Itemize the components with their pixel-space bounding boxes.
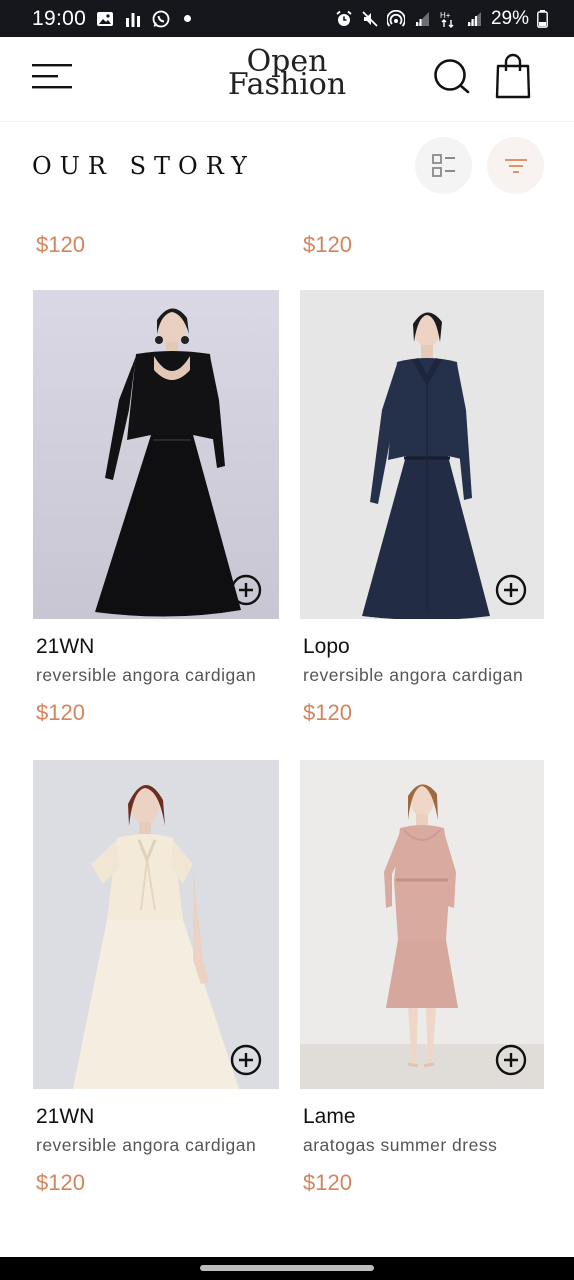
product-description: reversible angora cardigan (36, 665, 257, 685)
menu-icon[interactable] (32, 61, 74, 93)
product-description: reversible angora cardigan (36, 1135, 257, 1155)
partial-description (36, 211, 38, 215)
product-price: $120 (303, 700, 352, 725)
product-image[interactable] (33, 760, 279, 1089)
product-name: Lame (303, 1105, 356, 1128)
product-name: Lopo (303, 635, 350, 658)
shopping-bag-icon[interactable] (494, 53, 532, 99)
product-grid: $120 $120 21WN reversible angora cardiga… (0, 211, 574, 1257)
signal-icon (466, 11, 481, 26)
dot-icon (184, 15, 192, 22)
add-to-cart-icon[interactable] (495, 574, 527, 606)
product-price: $120 (36, 1170, 85, 1195)
alarm-icon (336, 10, 352, 26)
title-bar: OUR STORY (0, 121, 574, 211)
svg-text:H+: H+ (440, 11, 451, 20)
view-toggle-button[interactable] (415, 137, 472, 194)
add-to-cart-icon[interactable] (495, 1044, 527, 1076)
cream-dress-photo (33, 760, 279, 1089)
product-image[interactable] (300, 290, 544, 619)
signal-icon (414, 11, 429, 26)
product-card[interactable]: 21WN reversible angora cardigan $120 (33, 760, 279, 1196)
status-time: 19:00 (32, 6, 87, 30)
logo-line-1: Open (246, 44, 328, 79)
page-title: OUR STORY (32, 152, 255, 180)
navy-coat-dress-photo (300, 290, 544, 619)
add-to-cart-icon[interactable] (230, 574, 262, 606)
hotspot-icon (386, 9, 405, 27)
product-price: $120 (36, 700, 85, 725)
product-price: $120 (36, 232, 85, 257)
product-price: $120 (303, 1170, 352, 1195)
battery-percent: 29% (490, 7, 529, 29)
product-card[interactable]: Lopo reversible angora cardigan $120 (300, 290, 544, 726)
product-price: $120 (303, 232, 352, 257)
mute-icon (362, 10, 378, 27)
product-image[interactable] (300, 760, 544, 1089)
black-dress-photo (33, 290, 279, 619)
battery-icon (537, 9, 548, 28)
product-name: 21WN (36, 635, 95, 658)
logo-line-2: Fashion (227, 67, 347, 102)
home-gesture-bar[interactable] (200, 1265, 374, 1271)
add-to-cart-icon[interactable] (230, 1044, 262, 1076)
signal-bars-icon (126, 12, 141, 27)
product-name: 21WN (36, 1105, 95, 1128)
list-view-icon (431, 153, 455, 177)
status-bar: 19:00 H+ 29% (0, 0, 574, 37)
product-card[interactable]: 21WN reversible angora cardigan $120 (33, 290, 279, 726)
app-logo[interactable]: Open Fashion (0, 44, 574, 102)
image-icon (97, 11, 114, 26)
whatsapp-icon (152, 10, 170, 27)
app-header: Open Fashion (0, 37, 574, 121)
system-nav-bar (0, 1257, 574, 1280)
product-description: reversible angora cardigan (303, 665, 524, 685)
search-icon[interactable] (432, 57, 472, 97)
filter-icon (504, 158, 527, 173)
data-icon: H+ (440, 11, 454, 28)
product-card[interactable]: Lame aratogas summer dress $120 (300, 760, 544, 1196)
product-description: aratogas summer dress (303, 1135, 498, 1155)
product-image[interactable] (33, 290, 279, 619)
pink-dress-photo (300, 760, 544, 1089)
filter-button[interactable] (487, 137, 544, 194)
